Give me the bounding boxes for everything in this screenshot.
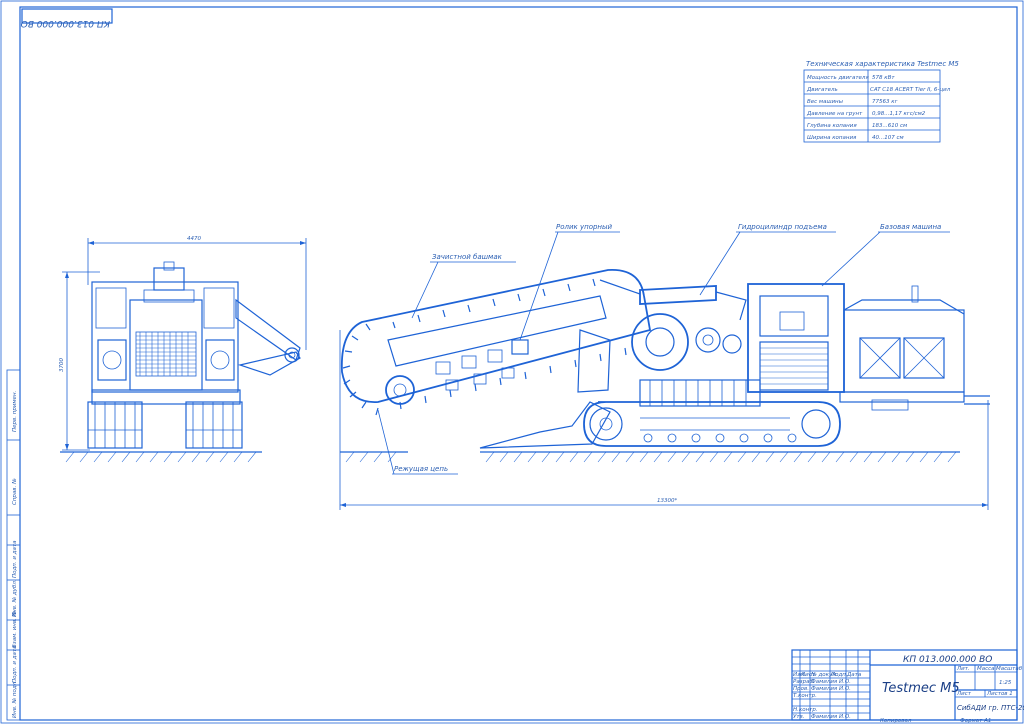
strip-label-7: Инв. № подл.	[12, 680, 18, 718]
spec-val-2: CAT C18 ACERT Tier II, 6-цил	[870, 87, 951, 93]
spec-val-4: 0,98...1,17 кгс/см2	[872, 111, 926, 117]
tb-format: Формат А1	[960, 718, 991, 724]
tb-col-mass: Масса	[977, 666, 995, 672]
tb-name-2: Фамилия И.О.	[811, 686, 851, 692]
tb-role-2: Пров.	[793, 686, 809, 692]
thrust-roller	[511, 339, 529, 355]
drive-wheel	[631, 313, 689, 371]
spec-val-1: 578 кВт	[872, 75, 895, 81]
tb-scale: 1:25	[999, 680, 1012, 686]
tb-copied: Копировал	[880, 718, 912, 724]
callouts: Ролик упорный Гидроцилиндр подъема Базов…	[377, 223, 950, 475]
tb-col-lit: Лит.	[956, 666, 970, 672]
spec-name-2: Двигатель	[806, 87, 838, 93]
tb-col-4: Подп.	[831, 672, 848, 678]
spec-table-title: Техническая характеристика Testmec M5	[806, 60, 959, 68]
side-length-dim: 13300*	[657, 498, 677, 504]
tb-name: Testmec M5	[882, 681, 960, 696]
tb-col-5: Дата	[846, 672, 862, 678]
spec-val-6: 40...107 см	[872, 135, 904, 141]
spec-name-1: Мощность двигателя	[807, 75, 869, 81]
tb-name-5: Фамилия И.О.	[811, 714, 851, 720]
strip-label-2: Справ. №	[12, 478, 18, 505]
tb-code: КП 013.000.000 ВО	[903, 655, 992, 665]
strip-label-3: Подп. и дата	[12, 540, 18, 578]
callout-roller: Ролик упорный	[556, 223, 613, 231]
callout-cylinder: Гидроцилиндр подъема	[738, 223, 827, 231]
tb-role-5: Утв.	[793, 714, 805, 720]
base-machine-cab	[747, 283, 845, 393]
front-width-dim: 4470	[187, 236, 201, 242]
callout-base: Базовая машина	[880, 223, 941, 231]
outer-border	[0, 0, 1024, 724]
lift-cylinder	[639, 285, 717, 305]
spec-val-3: 77563 кг	[872, 99, 898, 105]
tb-role-4: Н.контр.	[793, 707, 818, 713]
left-strip: Перв. примен. Справ. № Подп. и дата Инв.…	[6, 369, 21, 721]
strip-label-6: Подп. и дата	[12, 645, 18, 683]
top-stamp: КП 013.000.000 ВО	[21, 8, 113, 28]
front-height-dim: 3700	[59, 358, 65, 372]
spec-name-5: Глубина копания	[807, 123, 857, 129]
spec-name-3: Вес машины	[807, 99, 844, 105]
tb-sheet: Лист	[956, 691, 972, 697]
spec-name-4: Давление на грунт	[806, 111, 863, 117]
spec-name-6: Ширина копания	[807, 135, 857, 141]
tb-sheets: Листов 1	[986, 691, 1013, 697]
tb-role-3: Т.контр.	[793, 693, 817, 699]
strip-label-1: Перв. примен.	[12, 390, 18, 432]
callout-chain: Режущая цепь	[394, 465, 448, 473]
drawing-sheet: КП 013.000.000 ВО Перв. примен. Справ. №…	[0, 0, 1024, 724]
title-block: Изм. Лист № докум. Подп. Дата Разраб. Фа…	[791, 649, 1024, 724]
tb-org: СибАДИ гр. ПТС-20Т1	[957, 704, 1024, 712]
tb-name-1: Фамилия И.О.	[811, 679, 851, 685]
top-stamp-code: КП 013.000.000 ВО	[21, 18, 110, 28]
front-view: 4470 3700	[59, 236, 307, 463]
strip-label-5: Взам. инв. №	[12, 610, 18, 648]
spec-val-5: 183...610 см	[872, 123, 907, 129]
spec-table: Техническая характеристика Testmec M5 Мо…	[803, 60, 959, 143]
callout-auger: Зачистной башмак	[432, 253, 503, 261]
tb-col-scale: Масштаб	[996, 666, 1023, 672]
front-sprocket	[385, 375, 415, 405]
inner-border	[19, 6, 1018, 721]
